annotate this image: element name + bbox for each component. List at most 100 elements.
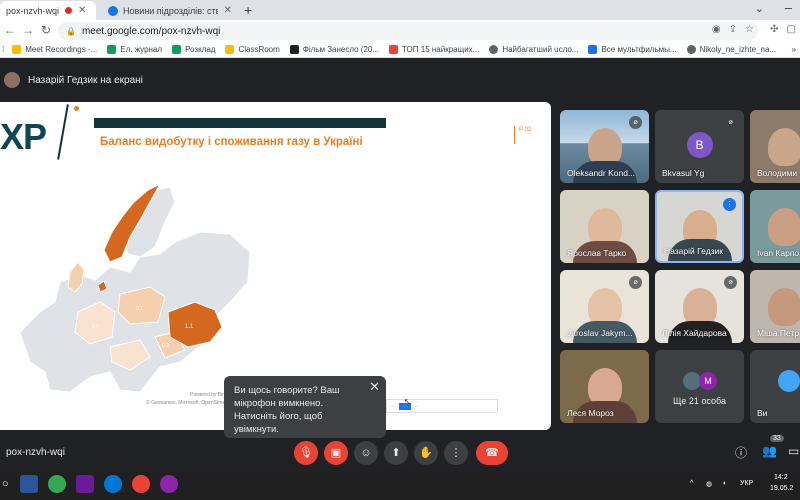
participant-tile[interactable]: ⋮ Назарій Гедзик (655, 190, 744, 263)
bookmark-item[interactable]: Все мультфильмы... (588, 45, 677, 54)
raise-hand-icon[interactable]: ✋ (414, 441, 438, 465)
bookmark-item[interactable]: Nikoly_ne_izhte_na... (686, 45, 777, 54)
volume-icon[interactable]: ◖ (722, 480, 726, 487)
header-band (94, 118, 386, 128)
close-icon[interactable]: ✕ (78, 5, 86, 16)
participant-name: Міша Петр (757, 328, 800, 338)
participant-name: Oleksandr Kond... (567, 168, 636, 178)
self-tile[interactable]: Ви (750, 350, 800, 423)
bookmark-item[interactable]: Meet Recordings -... (12, 45, 97, 54)
participant-tile[interactable]: Леся Мороз (560, 350, 649, 423)
sign-in-banner: ···· ···· ··· (386, 399, 498, 413)
reload-icon[interactable]: ↻ (38, 23, 54, 37)
chrome-icon[interactable] (48, 475, 66, 493)
bookmark-label: Nikoly_ne_izhte_na... (699, 45, 777, 54)
word-icon[interactable] (20, 475, 38, 493)
map-credit: Powered by Bing (190, 392, 228, 398)
people-icon[interactable]: 👥 (762, 444, 777, 458)
search-icon[interactable]: ○ (2, 478, 9, 490)
address-bar: ← → ↻ 🔒 meet.google.com/pox-nzvh-wqi ◉ ⇪… (0, 20, 800, 42)
mic-off-icon: ⌀ (724, 276, 737, 289)
forward-icon[interactable]: → (20, 23, 36, 37)
tab-label: pox-nzvh-wqi (6, 5, 60, 16)
participant-name: Назарій Гедзик (664, 246, 724, 256)
app-icon[interactable] (160, 475, 178, 493)
mic-off-icon: ⌀ (629, 276, 642, 289)
map-label: 3.6 (92, 324, 99, 330)
bookmark-item[interactable]: ClassRoom (225, 45, 280, 54)
bookmark-item[interactable]: Розклад (172, 45, 215, 54)
end-call-icon[interactable]: ☎ (476, 441, 508, 465)
logo-decoration (57, 104, 69, 160)
avatar: M (699, 372, 717, 390)
map-label: 0.2 (162, 343, 169, 349)
bookmark-item[interactable]: Ел. журнал (107, 45, 162, 54)
participant-tile[interactable]: Міша Петр (750, 270, 800, 343)
slide-title: Баланс видобутку і споживання газу в Укр… (100, 136, 363, 148)
participant-tile[interactable]: ⌀ Лілія Хайдарова (655, 270, 744, 343)
emoji-icon[interactable]: ☺ (354, 441, 378, 465)
globe-icon (686, 45, 696, 54)
camera-off-icon[interactable]: ▣ (324, 441, 348, 465)
more-options-icon[interactable]: ⋮ (444, 441, 468, 465)
bookmarks-bar: ⁞ Meet Recordings -... Ел. журнал Розкла… (0, 42, 800, 58)
side-panel-icon[interactable]: ▢ (787, 24, 796, 35)
banner-text: ···· (390, 403, 396, 409)
participant-tile[interactable]: Володими (750, 110, 800, 183)
bookmark-item[interactable]: ТОП 15 найкращих... (389, 45, 479, 54)
banner-link[interactable]: ··· (415, 404, 419, 409)
participant-tile[interactable]: B ⌀ Bkvasul Yg (655, 110, 744, 183)
bookmark-label: Meet Recordings -... (25, 45, 98, 54)
participant-name: Jaroslav Jakym... (567, 328, 633, 338)
meet-window: Назарій Гедзик на екрані XP Баланс видоб… (0, 58, 800, 470)
app-icon[interactable] (76, 475, 94, 493)
network-icon[interactable]: ◍ (706, 480, 712, 488)
close-icon[interactable]: ✕ (224, 5, 232, 16)
bookmark-label: ClassRoom (238, 45, 280, 54)
mic-off-icon[interactable]: 🎙 (294, 441, 318, 465)
participant-tile[interactable]: ⌀ Oleksandr Kond... (560, 110, 649, 183)
more-bookmarks-icon[interactable]: » (792, 45, 796, 54)
back-icon[interactable]: ← (2, 23, 18, 37)
tab-search-icon[interactable]: ⌄ (755, 2, 764, 15)
europe-map: 1.1 0.1 3.6 0.2 (19, 182, 251, 393)
share-icon[interactable]: ⇪ (729, 24, 737, 35)
participant-name: Володими (757, 168, 798, 178)
tray-chevron-icon[interactable]: ^ (690, 480, 693, 487)
logo-dot (74, 106, 79, 111)
site-icon (108, 5, 118, 16)
chrome-icon[interactable] (132, 475, 150, 493)
participant-name: Леся Мороз (567, 408, 614, 418)
extensions-icon[interactable]: ✣ (770, 24, 778, 35)
meeting-info-icon[interactable]: ⓘ (735, 444, 747, 461)
more-participants-tile[interactable]: M Ще 21 особа (655, 350, 744, 423)
page-mark: P 02 (514, 126, 534, 144)
tab-meet[interactable]: pox-nzvh-wqi ✕ (0, 1, 96, 20)
bookmark-item[interactable]: Фільм Занесло (20... (289, 45, 380, 54)
participant-name: Ярослав Тарко (567, 248, 627, 258)
participant-tile[interactable]: Ivan Карпо (750, 190, 800, 263)
chat-icon[interactable]: ▭ (788, 444, 799, 458)
edge-icon[interactable] (104, 475, 122, 493)
bookmark-item[interactable]: Найбагатший ucло... (489, 45, 578, 54)
participant-count-badge: 33 (770, 435, 784, 442)
bookmark-label: Фільм Занесло (20... (302, 45, 380, 54)
presenter-label: Назарій Гедзик на екрані (28, 74, 143, 86)
clock-date[interactable]: 19.05.2 (770, 485, 793, 492)
participant-name: Лілія Хайдарова (662, 328, 727, 338)
tab-news[interactable]: Новини підрозділів: створити | ✕ (102, 1, 238, 20)
participant-tile[interactable]: ⌀ Jaroslav Jakym... (560, 270, 649, 343)
film-icon (289, 45, 299, 54)
bookmark-star-icon[interactable]: ☆ (745, 24, 754, 35)
language-indicator[interactable]: УКР (740, 480, 753, 487)
close-icon[interactable]: ✕ (369, 380, 380, 393)
participant-tile[interactable]: Ярослав Тарко (560, 190, 649, 263)
url-field[interactable]: 🔒 meet.google.com/pox-nzvh-wqi (58, 22, 758, 40)
camera-permission-icon[interactable]: ◉ (712, 24, 721, 35)
new-tab-button[interactable]: + (244, 2, 252, 18)
present-screen-icon[interactable]: ⬆ (384, 441, 408, 465)
youtube-icon (389, 45, 399, 54)
apps-icon[interactable]: ⁞ (2, 45, 4, 54)
minimize-icon[interactable]: – (785, 0, 792, 15)
clock-time[interactable]: 14:2 (774, 474, 788, 481)
